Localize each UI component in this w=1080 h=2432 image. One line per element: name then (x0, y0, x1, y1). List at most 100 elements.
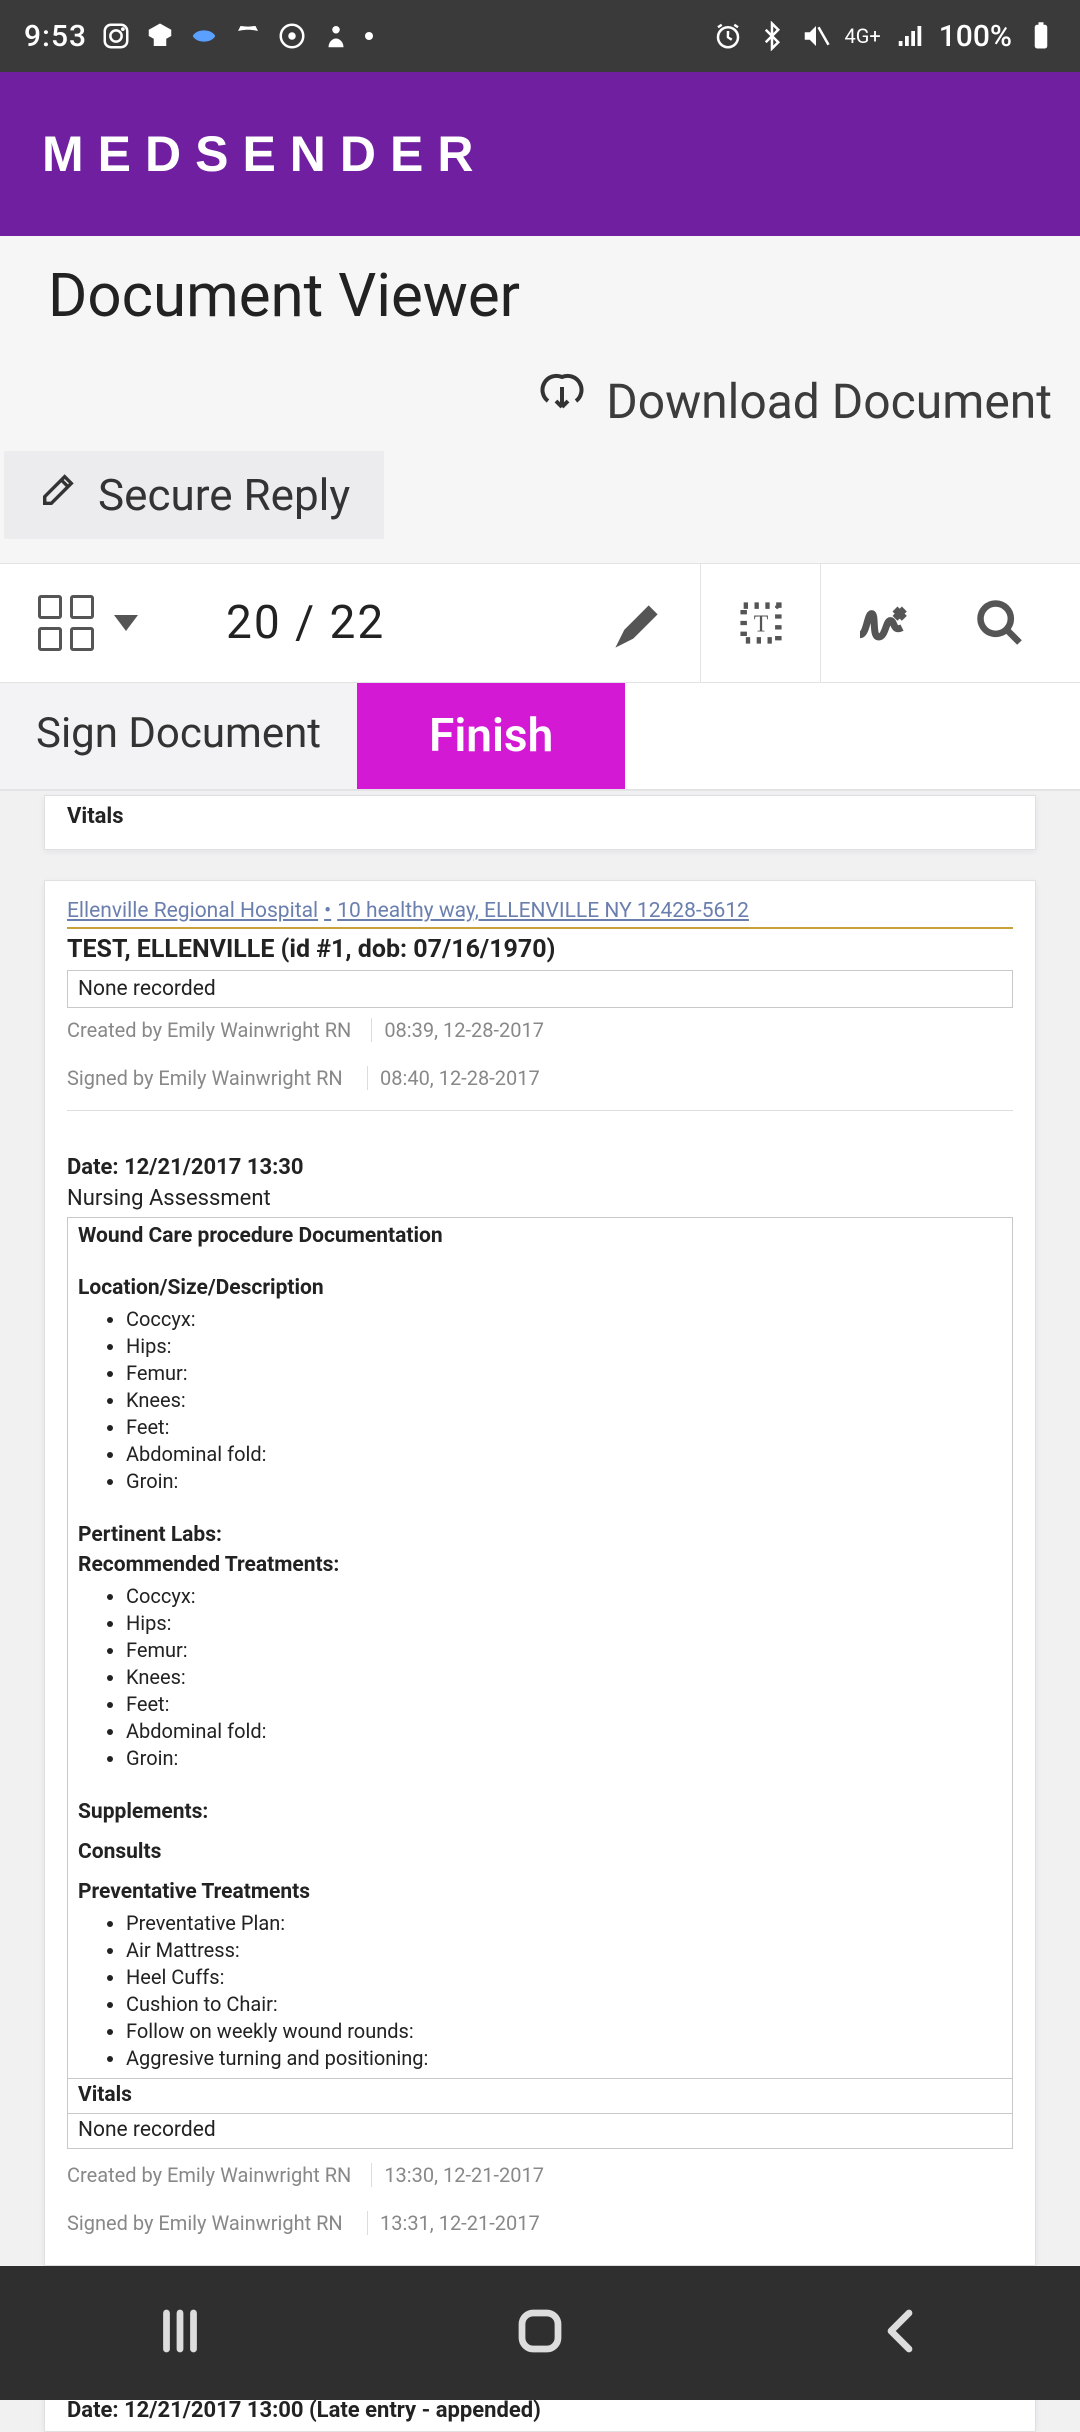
search-icon (974, 597, 1026, 649)
compose-icon (38, 469, 78, 521)
panel-title: Wound Care procedure Documentation (78, 1224, 1002, 1248)
date-header: Date: 12/21/2017 13:30 (67, 1155, 1013, 1180)
grid-icon (38, 595, 94, 651)
patient-title: TEST, ELLENVILLE (id #1, dob: 07/16/1970… (67, 935, 1013, 964)
bluetooth-icon (757, 21, 787, 51)
preventative-list: Preventative Plan:Air Mattress:Heel Cuff… (126, 1910, 1002, 2072)
list-item: Coccyx: (126, 1583, 1002, 1610)
list-item: Abdominal fold: (126, 1718, 1002, 1745)
location-header: Location/Size/Description (78, 1276, 1002, 1300)
preventative-header: Preventative Treatments (78, 1880, 1002, 1904)
thumbnails-button[interactable] (20, 585, 156, 661)
instagram-icon (101, 21, 131, 51)
hospital-header: Ellenville Regional Hospital•10 healthy … (67, 899, 1013, 929)
list-item: Groin: (126, 1468, 1002, 1495)
alarm-icon (713, 21, 743, 51)
home-button[interactable] (513, 2304, 567, 2362)
chevron-down-icon (114, 615, 138, 631)
pertinent-labs-header: Pertinent Labs: (78, 1523, 1002, 1547)
android-nav-bar (0, 2266, 1080, 2400)
list-item: Heel Cuffs: (126, 1964, 1002, 1991)
list-item: Knees: (126, 1387, 1002, 1414)
list-item: Aggresive turning and positioning: (126, 2045, 1002, 2072)
list-item: Femur: (126, 1360, 1002, 1387)
meta-signed: Signed by Emily Wainwright RN 08:40, 12-… (67, 1066, 1013, 1090)
tesla-icon (233, 21, 263, 51)
meta-created-value-2: 13:30, 12-21-2017 (371, 2163, 544, 2187)
download-document-button[interactable]: Download Document (538, 371, 1052, 431)
vitals-label: Vitals (67, 804, 1013, 829)
location-list: Coccyx:Hips:Femur:Knees:Feet:Abdominal f… (126, 1306, 1002, 1495)
section-title: Nursing Assessment (67, 1186, 1013, 1211)
brand-logo: MEDSENDER (42, 125, 487, 183)
battery-icon (1026, 21, 1056, 51)
list-item: Femur: (126, 1637, 1002, 1664)
app-header: MEDSENDER (0, 72, 1080, 236)
finish-button[interactable]: Finish (357, 683, 625, 789)
list-item: Groin: (126, 1745, 1002, 1772)
meta-created-label-2: Created by Emily Wainwright RN (67, 2163, 351, 2187)
list-item: Abdominal fold: (126, 1441, 1002, 1468)
status-bar: 9:53 4G+ 100% (0, 0, 1080, 72)
signature-icon (853, 595, 909, 651)
recents-button[interactable] (153, 2304, 207, 2362)
hospital-name: Ellenville Regional Hospital (67, 899, 318, 923)
textbox-icon: T (735, 597, 787, 649)
date-header-2: Date: 12/21/2017 13:00 (Late entry - app… (67, 2398, 1013, 2423)
recommended-list: Coccyx:Hips:Femur:Knees:Feet:Abdominal f… (126, 1583, 1002, 1772)
meta-signed-value-2: 13:31, 12-21-2017 (367, 2211, 540, 2235)
meta-created-label: Created by Emily Wainwright RN (67, 1018, 351, 1042)
app-icon (189, 21, 219, 51)
document-page-prev: Vitals (44, 795, 1036, 850)
sign-document-button[interactable]: Sign Document (0, 683, 357, 789)
secure-reply-label: Secure Reply (98, 469, 350, 521)
download-label: Download Document (606, 373, 1052, 430)
page-indicator: 20 / 22 (226, 596, 385, 650)
document-viewport[interactable]: Vitals Ellenville Regional Hospital•10 h… (0, 795, 1080, 2432)
highlighter-icon (614, 597, 666, 649)
list-item: Hips: (126, 1333, 1002, 1360)
textbox-tool[interactable]: T (700, 564, 820, 682)
secure-reply-button[interactable]: Secure Reply (4, 451, 384, 539)
status-right: 4G+ 100% (713, 19, 1056, 54)
signal-icon (895, 21, 925, 51)
list-item: Preventative Plan: (126, 1910, 1002, 1937)
supplements-header: Supplements: (78, 1800, 1002, 1824)
vitals-none-recorded: None recorded (67, 2114, 1013, 2149)
document-page: Ellenville Regional Hospital•10 healthy … (44, 880, 1036, 2266)
signature-tool[interactable] (820, 564, 940, 682)
list-item: Cushion to Chair: (126, 1991, 1002, 2018)
meta-signed-label-2: Signed by Emily Wainwright RN (67, 2211, 347, 2235)
toolbar-viewer: 20 / 22 T (0, 563, 1080, 683)
none-recorded-box: None recorded (67, 970, 1013, 1008)
circle-icon (277, 21, 307, 51)
status-clock: 9:53 (24, 19, 87, 54)
consults-header: Consults (78, 1840, 1002, 1864)
annotation-tools: T (580, 564, 1060, 682)
list-item: Follow on weekly wound rounds: (126, 2018, 1002, 2045)
back-button[interactable] (873, 2304, 927, 2362)
battery-percent: 100% (939, 19, 1012, 54)
wound-care-panel: Wound Care procedure Documentation Locat… (67, 1217, 1013, 2079)
meta-signed-value: 08:40, 12-28-2017 (367, 1066, 540, 1090)
mute-icon (801, 21, 831, 51)
search-tool[interactable] (940, 564, 1060, 682)
hospital-address: 10 healthy way, ELLENVILLE NY 12428-5612 (337, 899, 749, 923)
list-item: Hips: (126, 1610, 1002, 1637)
page-title: Document Viewer (48, 260, 520, 331)
network-type-label: 4G+ (845, 26, 881, 46)
recommended-treatments-header: Recommended Treatments: (78, 1553, 1002, 1577)
toolbar-primary: Document Viewer Download Document (0, 236, 1080, 431)
status-left: 9:53 (24, 19, 373, 54)
list-item: Air Mattress: (126, 1937, 1002, 1964)
dot-icon (365, 32, 373, 40)
highlighter-tool[interactable] (580, 564, 700, 682)
meta-created: Created by Emily Wainwright RN 08:39, 12… (67, 1018, 1013, 1042)
meta-created-value: 08:39, 12-28-2017 (371, 1018, 544, 1042)
meta-signed-2: Signed by Emily Wainwright RN 13:31, 12-… (67, 2211, 1013, 2235)
divider (67, 1110, 1013, 1111)
svg-text:T: T (753, 612, 768, 638)
toolbar-actions: Sign Document Finish (0, 683, 1080, 791)
list-item: Knees: (126, 1664, 1002, 1691)
vitals-label-row: Vitals (67, 2079, 1013, 2114)
